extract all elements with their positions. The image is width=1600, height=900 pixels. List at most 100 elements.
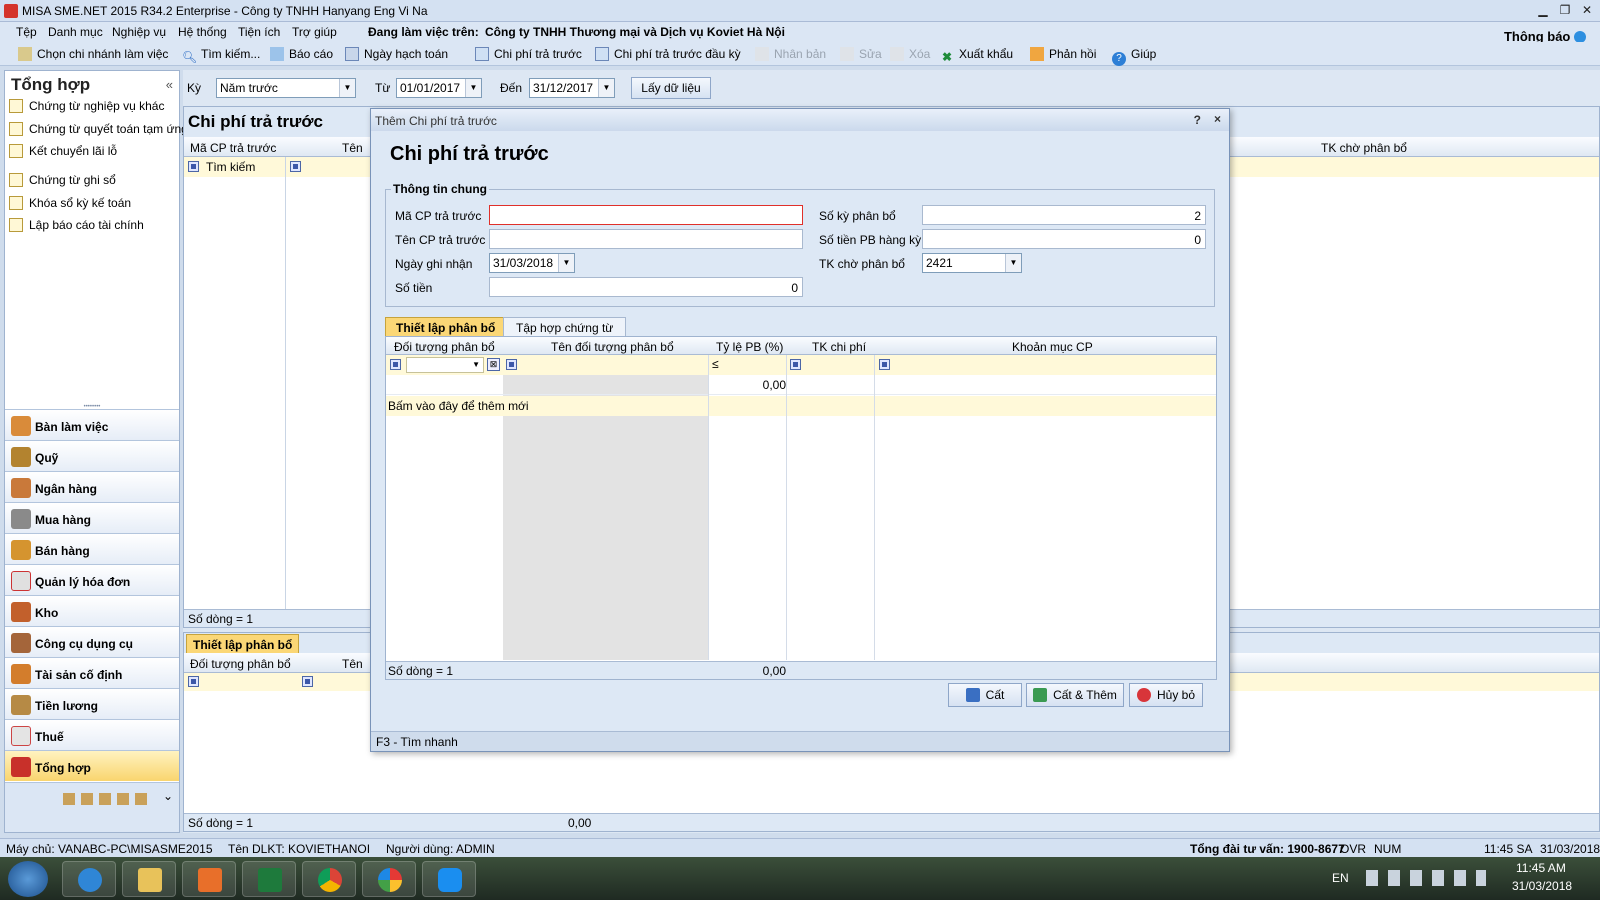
prepaid-opening-button[interactable]: Chi phí trả trước đầu kỳ — [595, 47, 741, 61]
taskbar-ie[interactable] — [62, 861, 116, 897]
le-sign[interactable]: ≤ — [712, 357, 719, 371]
table-row[interactable]: 0,00 — [386, 375, 1216, 395]
col-object-header[interactable]: Đối tượng phân bổ — [190, 657, 291, 671]
taskbar-misa[interactable] — [362, 861, 416, 897]
menu-operations[interactable]: Nghiệp vụ — [112, 25, 166, 39]
tray-icons[interactable] — [1366, 870, 1486, 886]
menu-catalog[interactable]: Danh mục — [48, 25, 103, 39]
filter-checkbox[interactable] — [790, 359, 801, 370]
module-cash[interactable]: Quỹ — [5, 440, 179, 471]
edit-button[interactable]: Sửa — [840, 47, 882, 61]
document-icon — [9, 218, 23, 232]
menu-help[interactable]: Trợ giúp — [292, 25, 337, 39]
help-icon[interactable]: ? — [1194, 113, 1201, 127]
filter-checkbox[interactable] — [188, 676, 199, 687]
module-tools[interactable]: Công cụ dụng cụ — [5, 626, 179, 657]
filter-checkbox[interactable] — [290, 161, 301, 172]
module-general[interactable]: Tổng hợp — [5, 750, 179, 781]
col-expense-account[interactable]: TK chi phí — [812, 340, 866, 354]
report-button[interactable]: Báo cáo — [270, 47, 333, 61]
clear-filter-icon[interactable]: ⊠ — [487, 358, 500, 371]
module-purchase[interactable]: Mua hàng — [5, 502, 179, 533]
sidebar-item-advance-settlement[interactable]: Chứng từ quyết toán tạm ứng — [9, 122, 188, 136]
calendar-icon — [345, 47, 359, 61]
module-payroll[interactable]: Tiền lương — [5, 688, 179, 719]
sidebar-item-financial-report[interactable]: Lập báo cáo tài chính — [9, 218, 144, 232]
duplicate-button[interactable]: Nhân bản — [755, 47, 826, 61]
sidebar-item-profit-transfer[interactable]: Kết chuyển lãi lỗ — [9, 144, 117, 158]
filter-checkbox[interactable] — [302, 676, 313, 687]
fetch-data-button[interactable]: Lấy dữ liệu — [631, 77, 711, 99]
account-select[interactable]: 2421 ▼ — [922, 253, 1022, 273]
filter-checkbox[interactable] — [506, 359, 517, 370]
taskbar-media[interactable] — [182, 861, 236, 897]
taskbar-explorer[interactable] — [122, 861, 176, 897]
filter-checkbox[interactable] — [879, 359, 890, 370]
search-button[interactable]: 🔍︎ Tìm kiếm... — [182, 47, 260, 64]
sidebar-item-recording-voucher[interactable]: Chứng từ ghi sổ — [9, 173, 116, 187]
col-bottom-name-header[interactable]: Tên — [342, 657, 363, 671]
menu-file[interactable]: Tệp — [16, 25, 37, 39]
collapse-icon[interactable]: « — [166, 77, 173, 92]
code-input[interactable] — [489, 205, 803, 225]
col-percent[interactable]: Tỷ lệ PB (%) — [716, 340, 783, 354]
start-button[interactable] — [8, 861, 48, 897]
search-cell[interactable]: Tìm kiếm — [206, 160, 255, 174]
delete-button[interactable]: Xóa — [890, 47, 930, 61]
module-tax[interactable]: Thuế — [5, 719, 179, 750]
menu-utilities[interactable]: Tiện ích — [238, 25, 280, 39]
menu-system[interactable]: Hệ thống — [178, 25, 227, 39]
cancel-button[interactable]: Hủy bỏ — [1129, 683, 1203, 707]
feedback-button[interactable]: Phản hồi — [1030, 47, 1096, 61]
col-object[interactable]: Đối tượng phân bổ — [394, 340, 495, 354]
prepaid-button[interactable]: Chi phí trả trước — [475, 47, 582, 61]
close-icon[interactable]: ✕ — [1578, 2, 1596, 18]
periods-input[interactable]: 2 — [922, 205, 1206, 225]
to-date[interactable]: 31/12/2017 ▼ — [529, 78, 615, 98]
maximize-icon[interactable]: ❐ — [1556, 2, 1574, 18]
posting-date-button[interactable]: Ngày hạch toán — [345, 47, 448, 61]
add-new-row[interactable]: Bấm vào đây để thêm mới — [386, 396, 1216, 416]
filter-checkbox[interactable] — [390, 359, 401, 370]
taskbar-zalo[interactable] — [422, 861, 476, 897]
add-row-hint[interactable]: Bấm vào đây để thêm mới — [388, 399, 529, 413]
export-button[interactable]: ✖ Xuất khẩu — [940, 47, 1013, 64]
module-desktop[interactable]: Bàn làm việc — [5, 409, 179, 440]
row-percent[interactable]: 0,00 — [738, 378, 786, 392]
filter-checkbox[interactable] — [188, 161, 199, 172]
splitter[interactable]: •••••••• — [5, 404, 179, 410]
per-period-input[interactable]: 0 — [922, 229, 1206, 249]
module-warehouse[interactable]: Kho — [5, 595, 179, 626]
save-button[interactable]: Cất — [948, 683, 1022, 707]
col-name-header[interactable]: Tên — [342, 141, 363, 155]
col-divider — [874, 355, 875, 660]
sidebar-item-lock-period[interactable]: Khóa sổ kỳ kế toán — [9, 196, 131, 210]
period-select[interactable]: Năm trước ▼ — [216, 78, 356, 98]
object-filter-dropdown[interactable]: ▼ — [406, 357, 484, 373]
language-indicator[interactable]: EN — [1332, 871, 1349, 885]
sidebar-item-other-vouchers[interactable]: Chứng từ nghiệp vụ khác — [9, 99, 164, 113]
misa-icon — [378, 868, 402, 892]
module-fixed-assets[interactable]: Tài sản cố định — [5, 657, 179, 688]
amount-input[interactable]: 0 — [489, 277, 803, 297]
col-cost-item[interactable]: Khoản mục CP — [1012, 340, 1093, 354]
module-sales[interactable]: Bán hàng — [5, 533, 179, 564]
branch-button[interactable]: Chọn chi nhánh làm việc — [18, 47, 168, 61]
shortcut-icons[interactable] — [63, 793, 153, 805]
expand-icon[interactable]: ⌄ — [163, 789, 173, 803]
module-invoice[interactable]: Quản lý hóa đơn — [5, 564, 179, 595]
taskbar-excel[interactable] — [242, 861, 296, 897]
from-date[interactable]: 01/01/2017 ▼ — [396, 78, 482, 98]
help-button[interactable]: ? Giúp — [1112, 47, 1156, 66]
close-icon[interactable]: × — [1214, 112, 1221, 126]
col-code-header[interactable]: Mã CP trả trước — [190, 141, 276, 155]
taskbar-chrome[interactable] — [302, 861, 356, 897]
col-tk-header[interactable]: TK chờ phân bổ — [1321, 141, 1407, 155]
module-bank[interactable]: Ngân hàng — [5, 471, 179, 502]
name-input[interactable] — [489, 229, 803, 249]
save-add-button[interactable]: Cất & Thêm — [1026, 683, 1124, 707]
col-object-name[interactable]: Tên đối tượng phân bổ — [551, 340, 674, 354]
clock-date: 31/03/2018 — [1512, 879, 1573, 893]
date-picker[interactable]: 31/03/2018 ▼ — [489, 253, 575, 273]
minimize-icon[interactable]: ▁ — [1534, 2, 1552, 18]
